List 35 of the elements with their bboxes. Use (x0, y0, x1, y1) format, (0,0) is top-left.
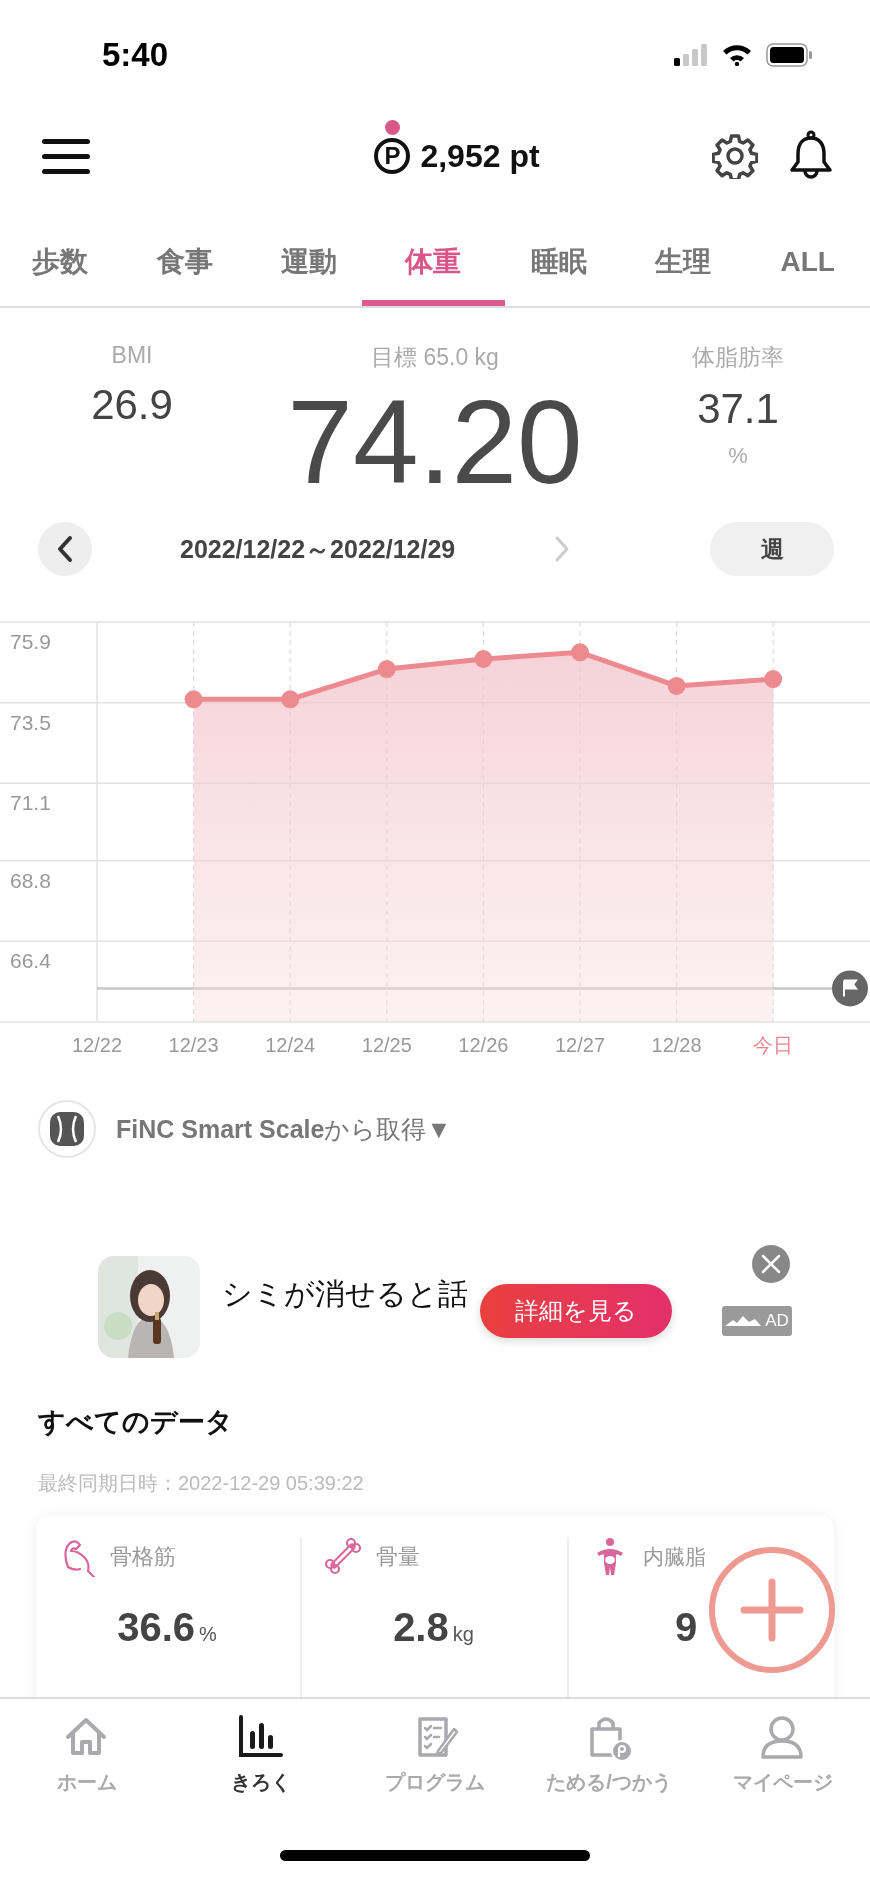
axis-label: 73.5 (10, 710, 51, 734)
clock: 5:40 (102, 36, 169, 74)
axis-label: 66.4 (10, 949, 51, 973)
axis-label: 今日 (753, 1034, 794, 1056)
ad-badge: AD (722, 1306, 792, 1336)
body-fat-label: 体脂肪率 (692, 343, 784, 372)
metric-label: 骨量 (376, 1543, 420, 1571)
body-fat-value: 37.1 (697, 385, 779, 433)
axis-label: 12/25 (361, 1034, 412, 1056)
axis-label: 12/27 (554, 1034, 606, 1056)
axis-label: 12/24 (265, 1034, 316, 1056)
axis-label: 12/23 (168, 1034, 219, 1056)
metric-value: 2.8 (393, 1605, 449, 1650)
metric-label: 内臓脂 (643, 1544, 706, 1570)
date-range: 2022/12/22～2022/12/29 (180, 533, 456, 565)
metric-label: 骨格筋 (110, 1543, 176, 1571)
axis-label: 75.9 (10, 630, 51, 653)
section-title: すべてのデータ (37, 1406, 234, 1439)
metric-unit: % (199, 1623, 217, 1646)
points-icon: P (374, 138, 411, 174)
bmi-label: BMI (111, 342, 153, 369)
bmi-value: 26.9 (91, 381, 173, 429)
axis-label: 12/26 (458, 1034, 509, 1056)
axis-label: 71.1 (10, 791, 51, 815)
metric-value: 9 (675, 1605, 698, 1650)
goal-weight: 目標 65.0 kg (371, 343, 499, 372)
axis-label: 12/22 (71, 1034, 123, 1056)
metric-unit: kg (452, 1623, 474, 1646)
sync-time: 最終同期日時：2022-12-29 05:39:22 (37, 1471, 365, 1496)
body-fat-unit: % (728, 443, 748, 469)
axis-label: 12/28 (651, 1034, 702, 1056)
axis-label: 68.8 (10, 868, 51, 892)
metric-value: 36.6 (117, 1605, 196, 1650)
ad-headline: シミが消せると話 (222, 1276, 468, 1312)
weight-value: 74.20 (287, 383, 583, 501)
